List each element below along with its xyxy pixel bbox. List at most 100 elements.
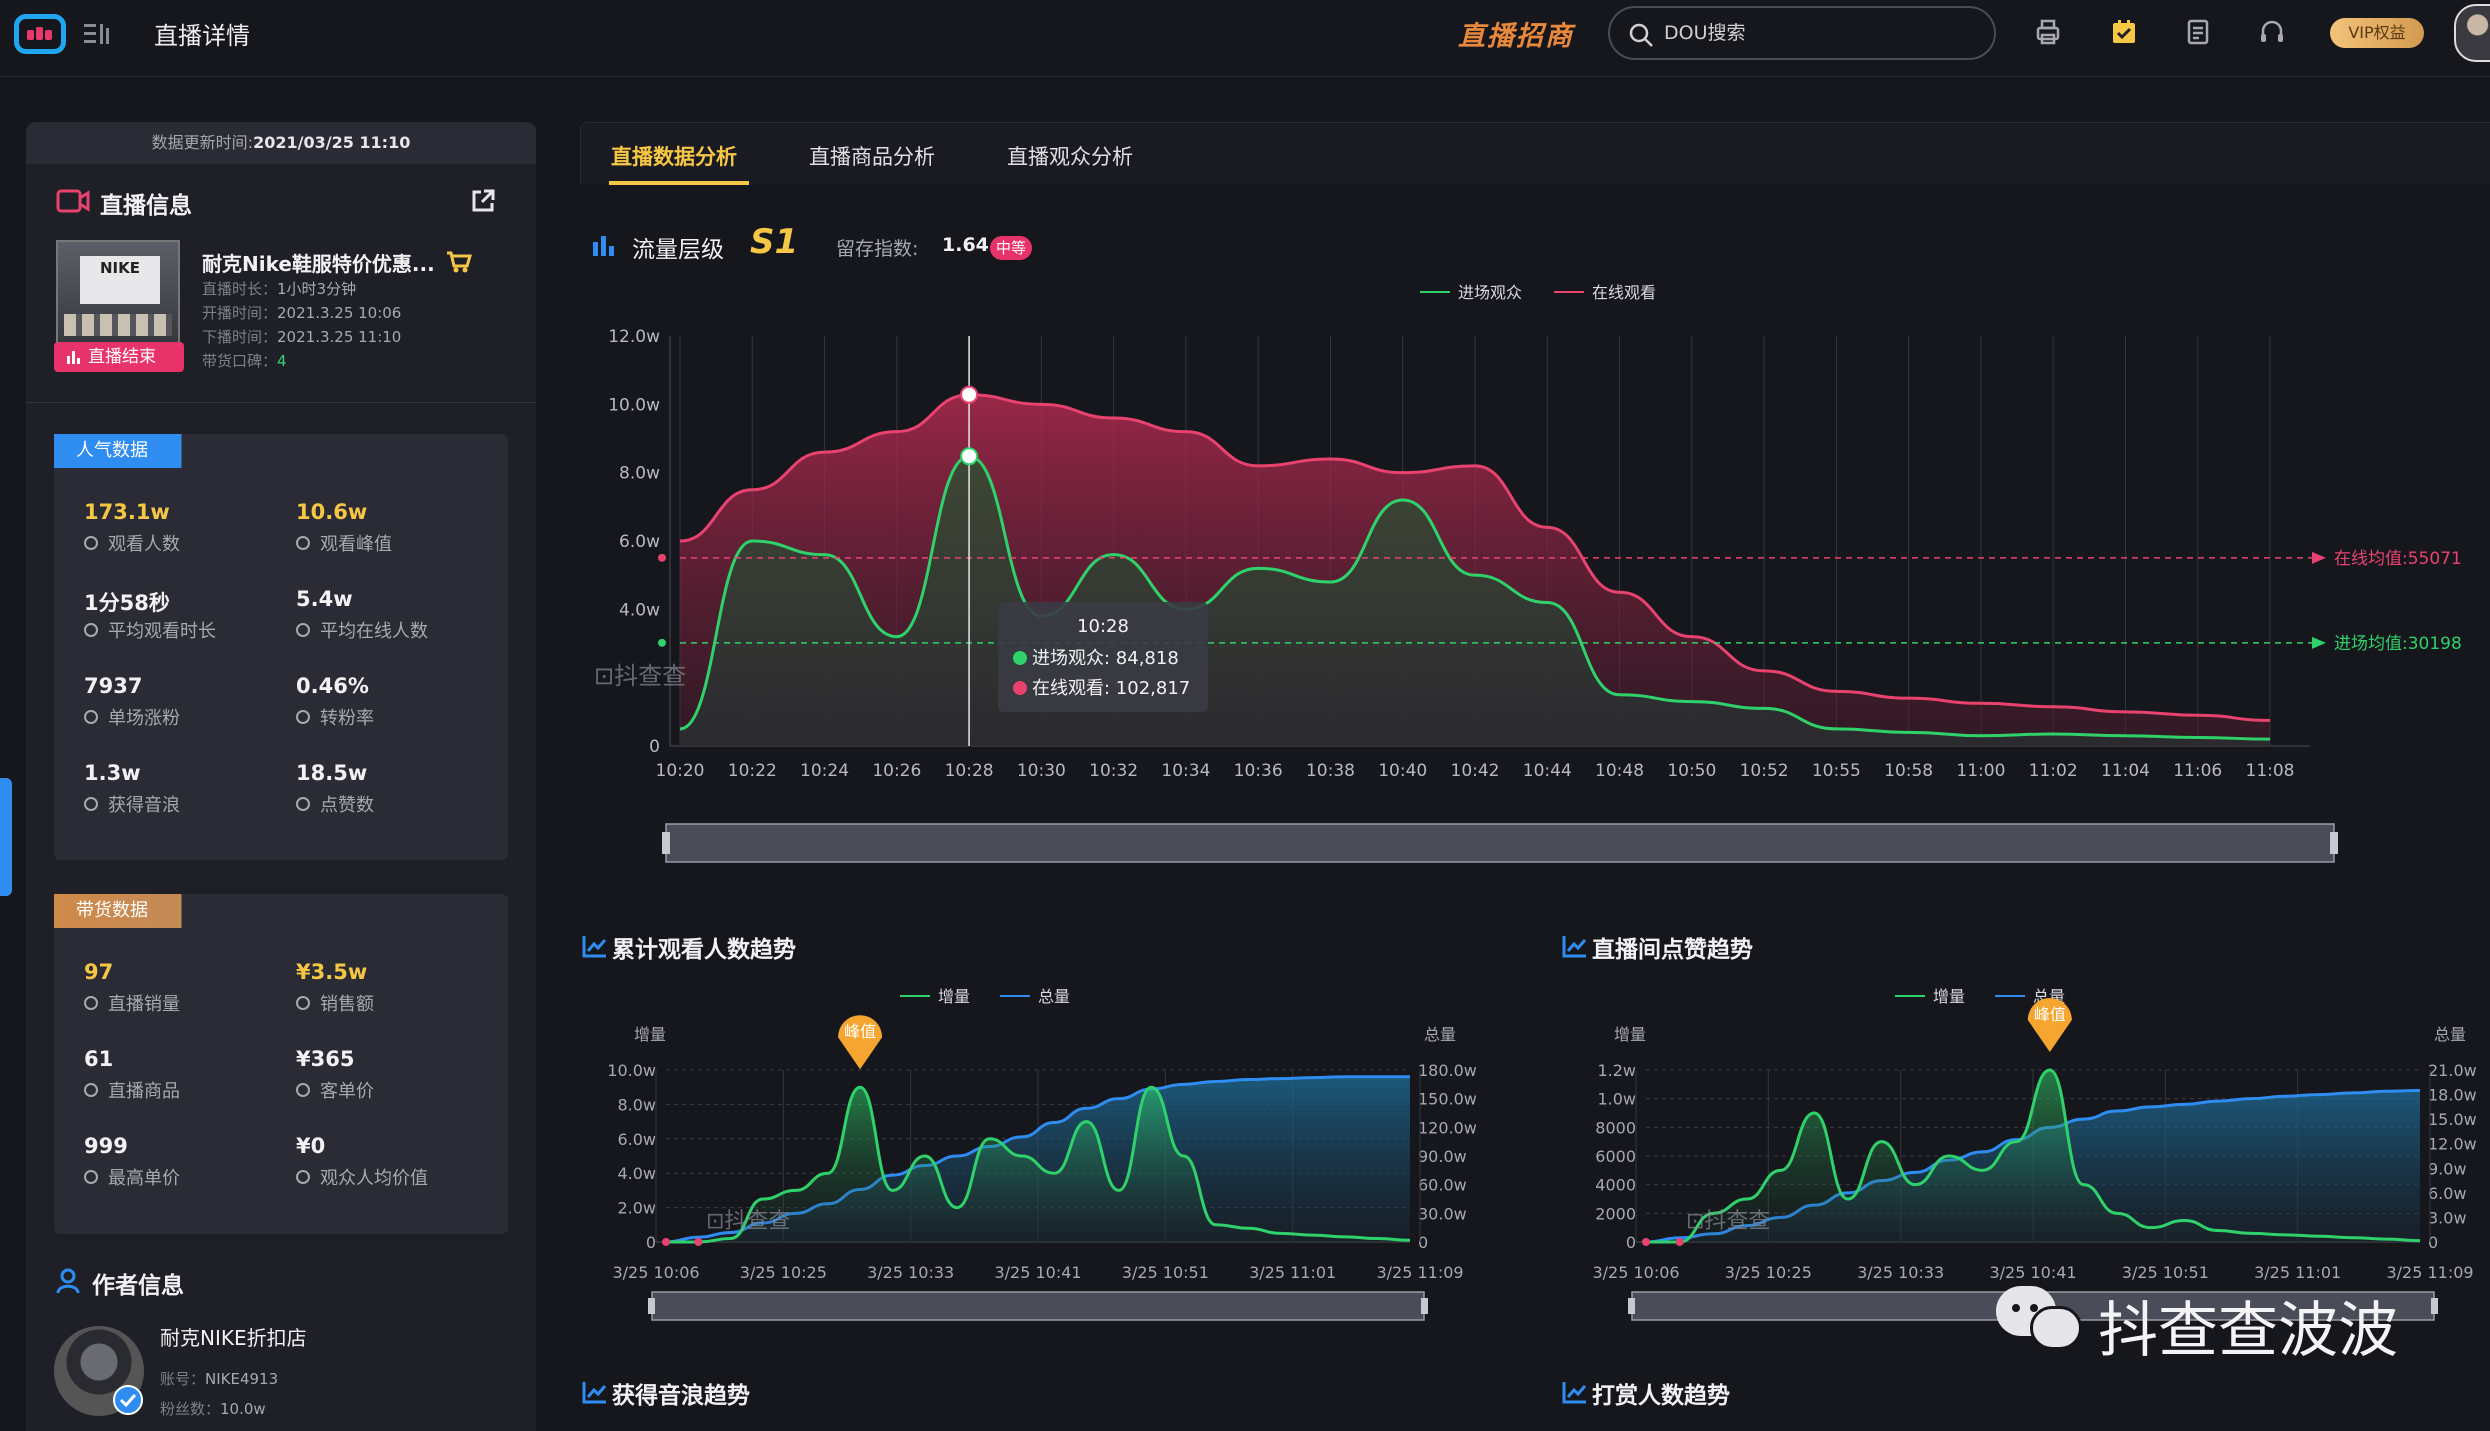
search-input[interactable] xyxy=(1664,18,1964,48)
x-tick-label: 3/25 11:01 xyxy=(1249,1263,1336,1282)
trend-icon xyxy=(582,936,607,958)
stat-icon xyxy=(296,623,310,637)
y-right-tick: 9.0w xyxy=(2428,1159,2467,1178)
search-icon xyxy=(1629,23,1653,47)
tooltip-point xyxy=(960,385,979,404)
zoom-handle-right xyxy=(2431,1298,2438,1314)
left-panel: 数据更新时间:2021/03/25 11:10 直播信息 NIKE 直播结束 耐… xyxy=(26,122,536,1431)
stat-label: 点赞数 xyxy=(320,795,374,816)
trend-icon xyxy=(1562,936,1587,958)
stat-label: 观看人数 xyxy=(108,534,180,555)
y-left-tick: 4000 xyxy=(1595,1176,1636,1195)
user-avatar[interactable] xyxy=(2454,4,2490,62)
trend-icon xyxy=(582,1382,607,1404)
stat-value: 97 xyxy=(84,960,114,984)
zoom-handle-right xyxy=(2330,832,2338,854)
stat-icon xyxy=(296,536,310,550)
stat-icon xyxy=(296,1083,310,1097)
bar-chart-icon xyxy=(593,236,614,256)
stat-label: 最高单价 xyxy=(108,1168,180,1189)
wechat-icon xyxy=(1996,1282,2086,1356)
y-tick-label: 10.0w xyxy=(608,395,660,415)
y-tick-label: 6.0w xyxy=(619,532,660,552)
y-left-tick: 8000 xyxy=(1595,1118,1636,1137)
sidebar-toggle-handle[interactable] xyxy=(0,778,12,896)
tab-live-data-analysis[interactable]: 直播数据分析 xyxy=(611,141,737,171)
stat-value: ¥365 xyxy=(296,1047,355,1071)
app-logo[interactable] xyxy=(14,14,66,54)
headset-icon[interactable] xyxy=(2258,18,2286,46)
x-tick-label: 11:00 xyxy=(1956,761,2005,781)
y-left-tick: 6.0w xyxy=(617,1130,656,1149)
chart-watermark: ⊡抖查查 xyxy=(594,662,686,690)
printer-icon[interactable] xyxy=(2034,18,2062,46)
document-icon[interactable] xyxy=(2184,18,2212,46)
live-recruit-link[interactable]: 直播招商 xyxy=(1458,14,1574,53)
legend-label: 在线观看 xyxy=(1592,283,1656,302)
zoom-handle-left xyxy=(1628,1298,1635,1314)
x-tick-label: 3/25 10:51 xyxy=(2122,1263,2209,1282)
y-right-tick: 15.0w xyxy=(2428,1110,2477,1129)
zoom-handle-right xyxy=(1421,1298,1428,1314)
tooltip-time: 10:28 xyxy=(1077,616,1129,637)
stat-label: 平均观看时长 xyxy=(108,621,216,642)
traffic-chart[interactable]: 进场观众 在线观看 12.0w 10.0w 8.0w 6.0w 4.0w 0 10:20 10:2… xyxy=(580,272,2490,892)
y-right-tick: 150.0w xyxy=(1418,1090,1477,1109)
zoom-slider xyxy=(665,823,2335,863)
stat-icon xyxy=(296,797,310,811)
y-right-tick: 120.0w xyxy=(1418,1118,1477,1137)
tab-live-audience-analysis[interactable]: 直播观众分析 xyxy=(1007,141,1133,171)
y-left-tick: 0 xyxy=(646,1233,656,1252)
tooltip-dot xyxy=(1013,651,1027,665)
calendar-check-icon[interactable] xyxy=(2110,18,2138,46)
live-product-title[interactable]: 耐克Nike鞋服特价优惠... xyxy=(202,248,435,277)
stat-value: 1.3w xyxy=(84,761,141,785)
zoom-handle-left xyxy=(648,1298,655,1314)
stat-label: 单场涨粉 xyxy=(108,708,180,729)
author-name[interactable]: 耐克NIKE折扣店 xyxy=(160,1322,307,1351)
tooltip-row: 进场观众: 84,818 xyxy=(1032,648,1179,669)
search-box[interactable] xyxy=(1608,6,1996,60)
x-tick-label: 10:40 xyxy=(1378,761,1427,781)
x-tick-label: 10:36 xyxy=(1234,761,1283,781)
mean-line-label: 在线均值:55071 xyxy=(2334,549,2462,569)
y-left-axis-title: 增量 xyxy=(1614,1025,1646,1044)
legend-label: 进场观众 xyxy=(1458,283,1522,302)
mean-line-marker xyxy=(658,638,666,647)
stat-value: 7937 xyxy=(84,674,143,698)
zoom-slider xyxy=(651,1291,1425,1321)
y-left-tick: 1.0w xyxy=(1597,1090,1636,1109)
y-tick-label: 0 xyxy=(649,737,660,757)
x-tick-label: 10:30 xyxy=(1017,761,1066,781)
likes-trend-chart[interactable]: 增量 总量增量 总量1.2w1.0w8000600040002000021.0w18… xyxy=(1560,970,2490,1330)
menu-collapse-icon[interactable] xyxy=(84,22,114,46)
y-tick-label: 12.0w xyxy=(608,327,660,347)
update-time-bar: 数据更新时间:2021/03/25 11:10 xyxy=(26,122,536,164)
legend-label: 增量 xyxy=(938,987,970,1006)
popularity-card: 人气数据 173.1w 观看人数 10.6w 观看峰值 1分58秒 平均观看时长 5.4w 平… xyxy=(54,434,508,860)
stat-icon xyxy=(296,1170,310,1184)
legend-label: 总量 xyxy=(1038,987,1070,1006)
stat-value: 10.6w xyxy=(296,500,368,524)
stat-icon xyxy=(84,710,98,724)
update-time-value: 2021/03/25 11:10 xyxy=(253,133,411,152)
y-right-tick: 30.0w xyxy=(1418,1204,1467,1223)
stat-label: 直播商品 xyxy=(108,1081,180,1102)
mean-line-marker xyxy=(658,553,666,562)
tips-count-trend-title: 打赏人数趋势 xyxy=(1592,1383,1730,1409)
stat-label: 转粉率 xyxy=(320,708,374,729)
start-marker xyxy=(662,1238,670,1246)
y-right-tick: 60.0w xyxy=(1418,1176,1467,1195)
vip-benefits-button[interactable]: VIP权益 xyxy=(2330,18,2424,48)
end-badge-label: 直播结束 xyxy=(88,347,156,367)
x-tick-label: 3/25 11:09 xyxy=(2386,1263,2473,1282)
y-left-tick: 2000 xyxy=(1595,1204,1636,1223)
goods-card: 带货数据 97 直播销量 ¥3.5w 销售额 61 直播商品 ¥365 客单价 999 最高单价 ¥… xyxy=(54,894,508,1234)
y-right-tick: 18.0w xyxy=(2428,1086,2477,1105)
external-link-icon[interactable] xyxy=(470,188,496,214)
cumulative-views-chart[interactable]: 增量 总量增量 总量10.0w8.0w6.0w4.0w2.0w0180.0w150.… xyxy=(580,970,1480,1330)
x-tick-label: 11:02 xyxy=(2029,761,2078,781)
y-left-tick: 6000 xyxy=(1595,1147,1636,1166)
tab-live-product-analysis[interactable]: 直播商品分析 xyxy=(809,141,935,171)
x-tick-label: 3/25 11:09 xyxy=(1376,1263,1463,1282)
